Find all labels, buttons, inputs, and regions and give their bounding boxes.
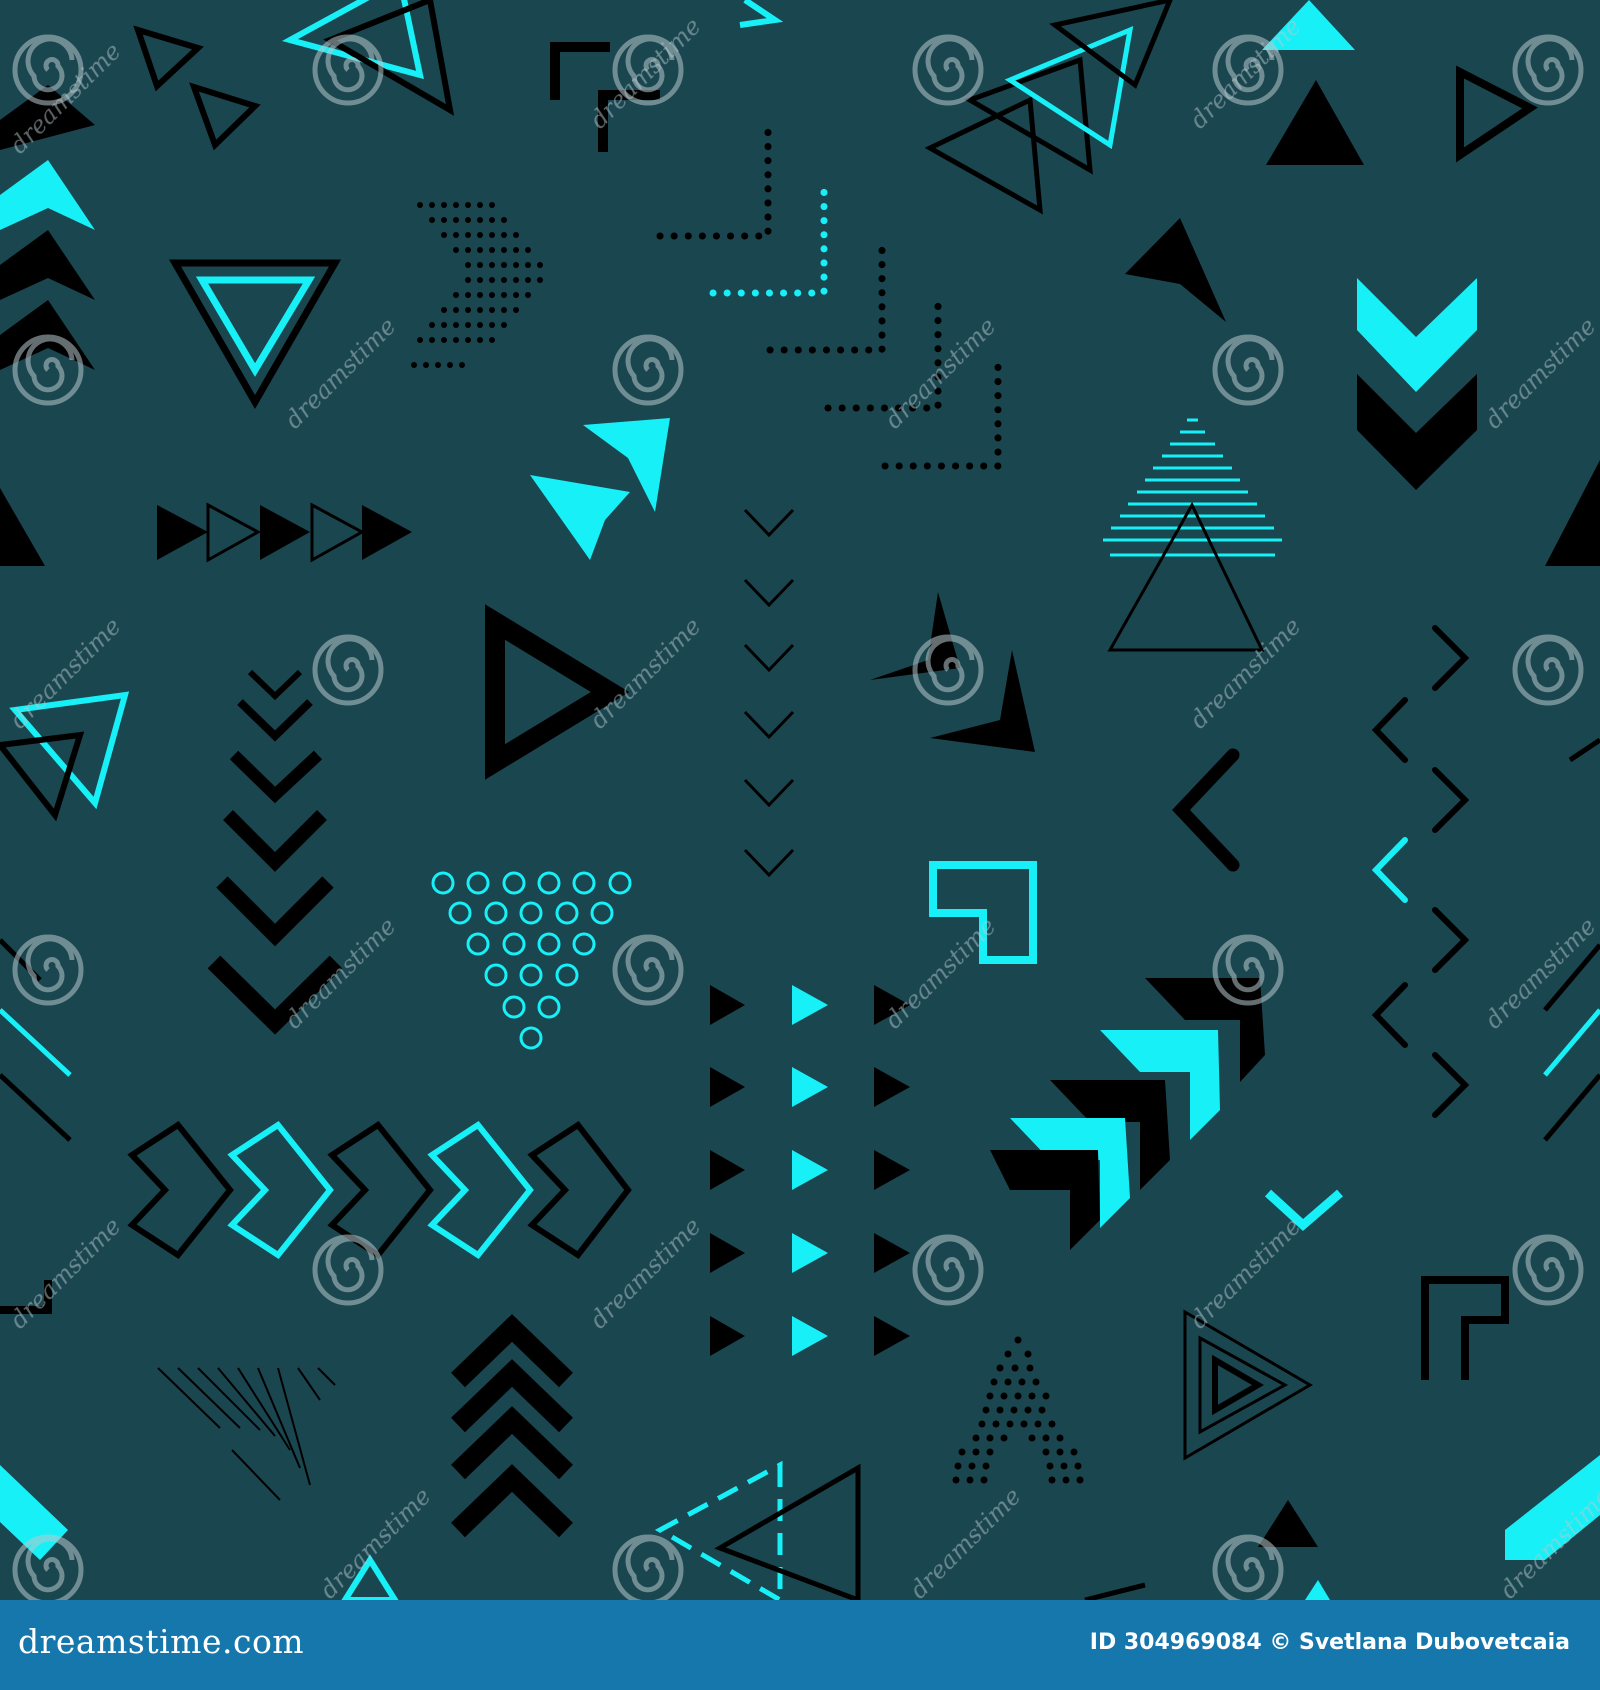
image-id: ID 304969084	[1089, 1630, 1262, 1655]
image-credit: ID 304969084 © Svetlana Dubovetcaia	[1090, 1630, 1570, 1655]
dreamstime-logo-text[interactable]: dreamstime.com	[18, 1622, 304, 1661]
copyright-icon: ©	[1269, 1630, 1292, 1655]
credit-footer-bar: dreamstime.com ID 304969084 © Svetlana D…	[0, 1600, 1600, 1690]
author-name: Svetlana Dubovetcaia	[1298, 1630, 1570, 1655]
arrow-pattern-artwork: dreamstime dreamstime dreamstime dreamst…	[0, 0, 1600, 1600]
pattern-canvas: dreamstime dreamstime dreamstime dreamst…	[0, 0, 1600, 1600]
pattern-background	[0, 0, 1600, 1600]
